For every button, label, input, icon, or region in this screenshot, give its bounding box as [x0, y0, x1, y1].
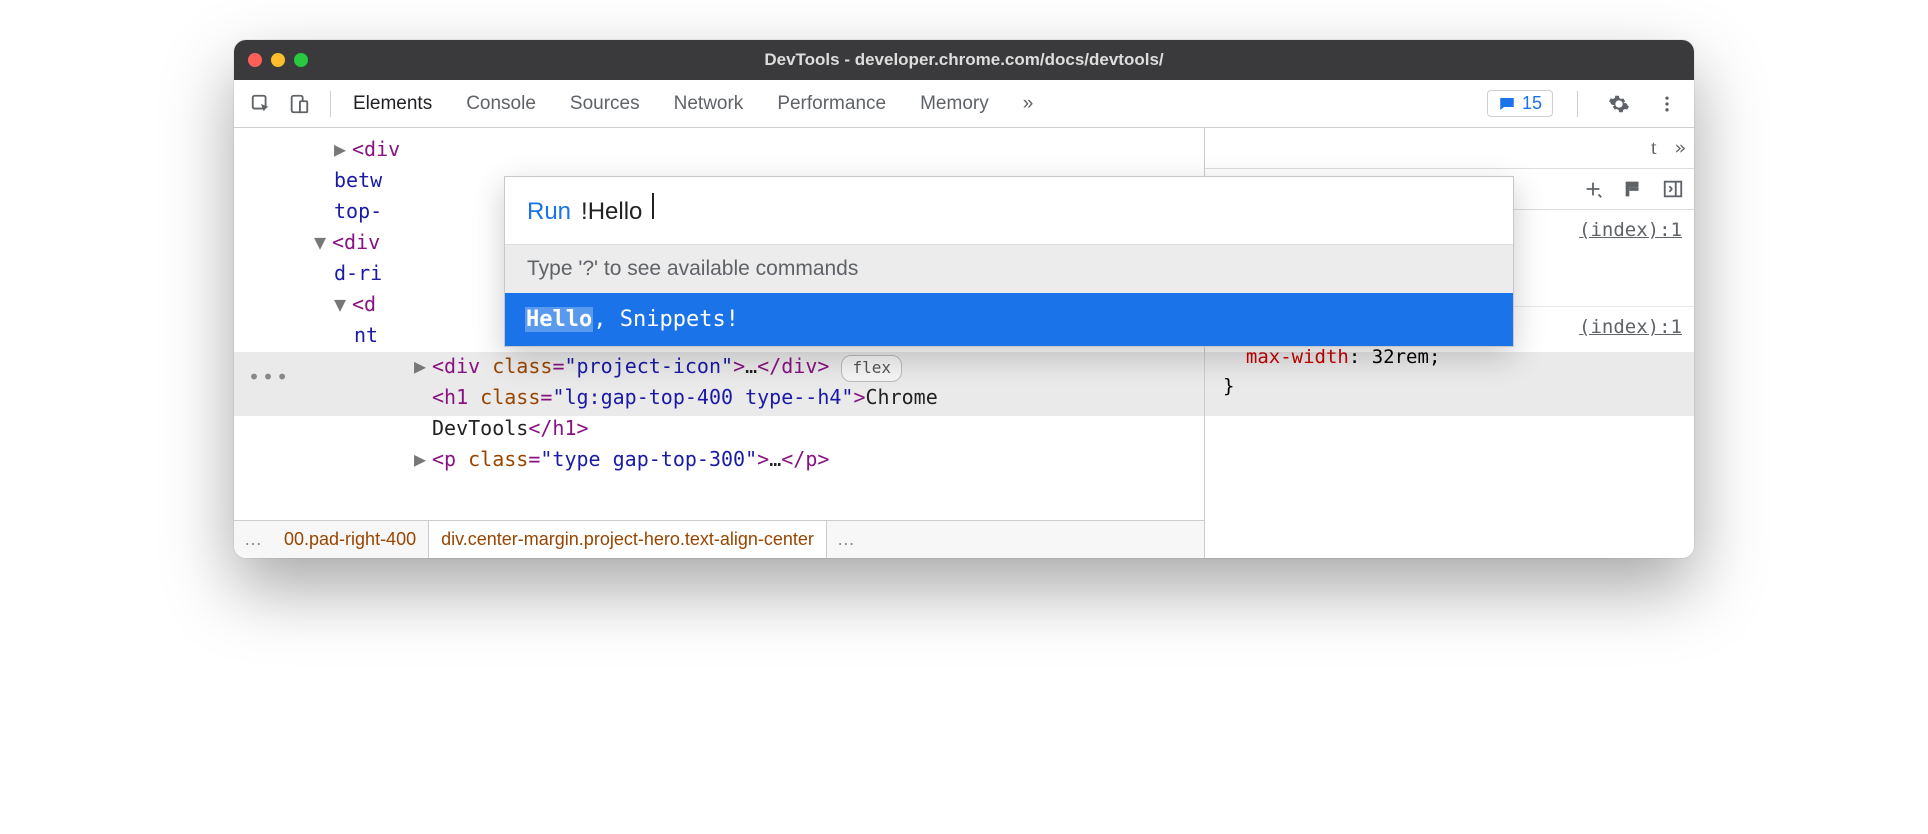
- tab-sources[interactable]: Sources: [570, 93, 640, 115]
- breadcrumb: … 00.pad-right-400 div.center-margin.pro…: [234, 520, 1204, 558]
- styles-subtabs: t »: [1205, 128, 1694, 168]
- maximize-window-button[interactable]: [294, 53, 308, 67]
- tab-elements[interactable]: Elements: [353, 93, 432, 115]
- dom-node[interactable]: <h1 class="lg:gap-top-400 type--h4">Chro…: [234, 382, 1204, 413]
- gutter-ellipsis-icon[interactable]: •••: [248, 365, 290, 389]
- result-rest: , Snippets!: [593, 307, 739, 332]
- breadcrumb-item-active[interactable]: div.center-margin.project-hero.text-alig…: [428, 521, 827, 558]
- tab-performance[interactable]: Performance: [777, 93, 886, 115]
- command-input-text[interactable]: !Hello: [581, 198, 642, 226]
- new-style-rule-icon[interactable]: [1582, 178, 1604, 200]
- breadcrumb-item[interactable]: 00.pad-right-400: [272, 526, 428, 554]
- breadcrumb-overflow-right[interactable]: …: [827, 526, 865, 554]
- dom-node[interactable]: ▶<div: [234, 134, 1204, 165]
- dom-node[interactable]: ▶<p class="type gap-top-300">…</p>: [234, 444, 1204, 475]
- kebab-menu-icon[interactable]: [1650, 87, 1684, 121]
- dom-node[interactable]: ▶<div class="project-icon">…</div> flex: [234, 351, 1204, 382]
- breadcrumb-overflow-left[interactable]: …: [234, 526, 272, 554]
- tab-console[interactable]: Console: [466, 93, 536, 115]
- tab-memory[interactable]: Memory: [920, 93, 989, 115]
- window-controls: [248, 53, 308, 67]
- panel-body: ••• ▶<div betw top- ▼<div d-ri ▼<d nt ▶<…: [234, 128, 1694, 558]
- source-link[interactable]: (index):1: [1579, 216, 1682, 245]
- tab-network[interactable]: Network: [674, 93, 744, 115]
- inspect-element-icon[interactable]: [244, 87, 278, 121]
- window-title: DevTools - developer.chrome.com/docs/dev…: [234, 50, 1694, 70]
- result-match-highlight: Hello: [525, 307, 593, 332]
- text-caret: [652, 193, 653, 219]
- titlebar: DevTools - developer.chrome.com/docs/dev…: [234, 40, 1694, 80]
- minimize-window-button[interactable]: [271, 53, 285, 67]
- settings-icon[interactable]: [1602, 87, 1636, 121]
- command-menu: Run !Hello Type '?' to see available com…: [504, 176, 1514, 347]
- styles-overflow-button[interactable]: »: [1675, 137, 1686, 159]
- paint-flash-icon[interactable]: [1622, 178, 1644, 200]
- command-prefix-label: Run: [527, 198, 571, 226]
- toggle-sidebar-icon[interactable]: [1662, 178, 1684, 200]
- tabs-overflow-button[interactable]: »: [1023, 93, 1034, 115]
- styles-tab-fragment[interactable]: t: [1651, 137, 1657, 160]
- command-input-row[interactable]: Run !Hello: [505, 177, 1513, 244]
- flex-badge[interactable]: flex: [841, 355, 902, 382]
- separator: [330, 91, 331, 117]
- command-result-selected[interactable]: Hello, Snippets!: [505, 293, 1513, 346]
- messages-count: 15: [1522, 93, 1542, 114]
- message-icon: [1498, 95, 1516, 113]
- messages-badge[interactable]: 15: [1487, 90, 1553, 117]
- devtools-window: DevTools - developer.chrome.com/docs/dev…: [234, 40, 1694, 558]
- close-window-button[interactable]: [248, 53, 262, 67]
- panel-tabs: Elements Console Sources Network Perform…: [353, 93, 1033, 115]
- main-toolbar: Elements Console Sources Network Perform…: [234, 80, 1694, 128]
- separator: [1577, 91, 1578, 117]
- source-link[interactable]: (index):1: [1579, 313, 1682, 342]
- dom-text: DevTools</h1>: [234, 413, 1204, 444]
- device-toggle-icon[interactable]: [282, 87, 316, 121]
- command-hint: Type '?' to see available commands: [505, 244, 1513, 293]
